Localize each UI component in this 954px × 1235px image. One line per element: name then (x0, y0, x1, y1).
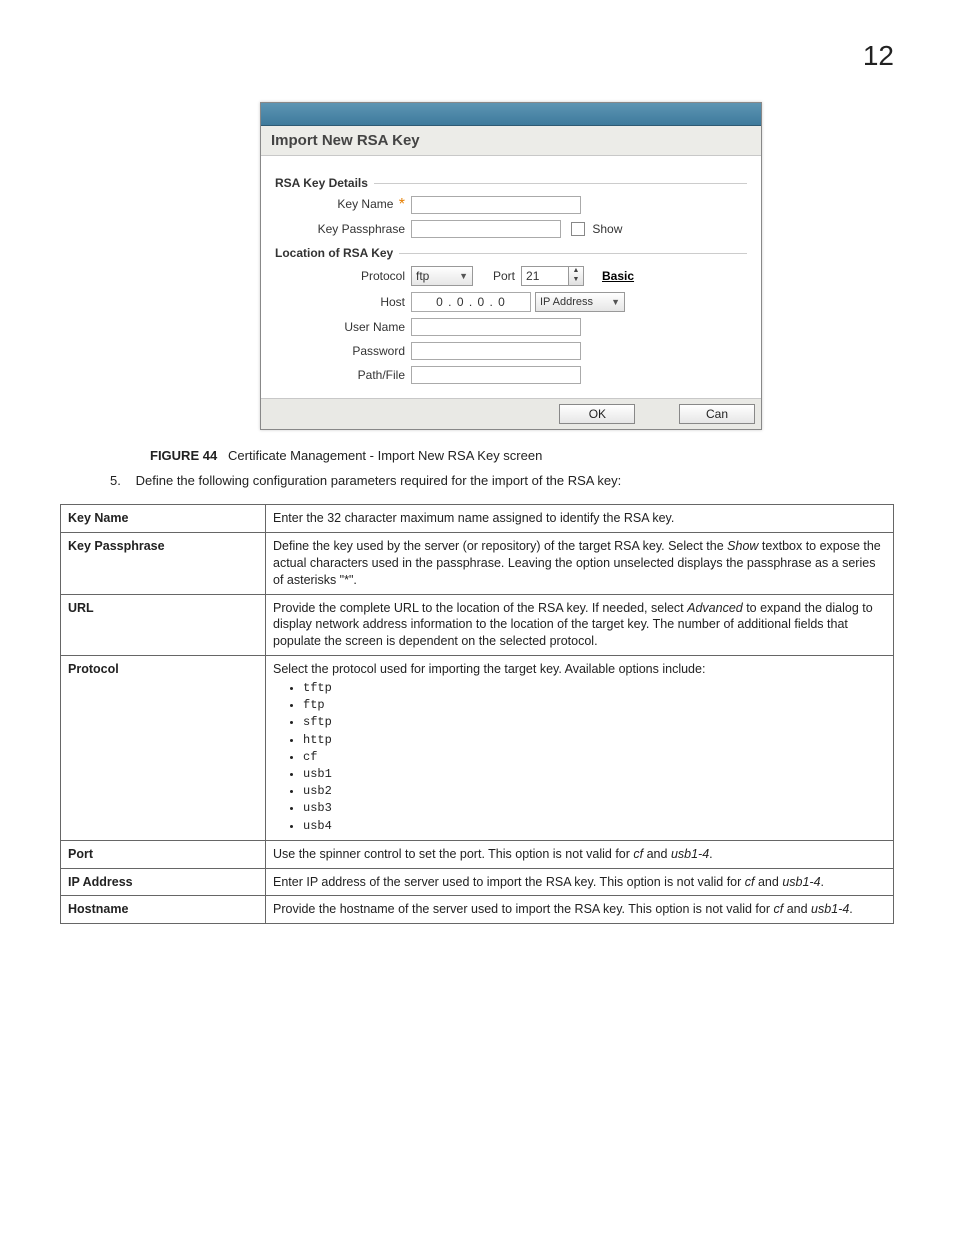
param-desc-cell: Enter the 32 character maximum name assi… (266, 505, 894, 533)
section-location-rsa-key: Location of RSA Key (275, 246, 747, 260)
dialog-body: RSA Key Details Key Name * Key Passphras… (261, 156, 761, 398)
param-desc-cell: Enter IP address of the server used to i… (266, 868, 894, 896)
param-desc-cell: Define the key used by the server (or re… (266, 532, 894, 594)
step-5: 5. Define the following configuration pa… (110, 473, 894, 488)
param-name-cell: IP Address (61, 868, 266, 896)
show-checkbox[interactable] (571, 222, 585, 236)
table-row: IP AddressEnter IP address of the server… (61, 868, 894, 896)
dialog-titlebar (261, 103, 761, 126)
param-desc-cell: Provide the hostname of the server used … (266, 896, 894, 924)
param-desc-cell: Select the protocol used for importing t… (266, 656, 894, 841)
table-row: ProtocolSelect the protocol used for imp… (61, 656, 894, 841)
pathfile-label: Path/File (275, 368, 411, 382)
page-number: 12 (60, 40, 894, 72)
host-type-select[interactable]: IP Address ▼ (535, 292, 625, 312)
list-item: ftp (303, 697, 886, 713)
figure-title: Certificate Management - Import New RSA … (228, 448, 542, 463)
host-ip-input[interactable]: 0 . 0 . 0 . 0 (411, 292, 531, 312)
password-input[interactable] (411, 342, 581, 360)
spinner-down-icon[interactable]: ▼ (569, 276, 583, 285)
key-name-label: Key Name * (275, 196, 411, 214)
username-input[interactable] (411, 318, 581, 336)
pathfile-input[interactable] (411, 366, 581, 384)
table-row: HostnameProvide the hostname of the serv… (61, 896, 894, 924)
spinner-up-icon[interactable]: ▲ (569, 267, 583, 276)
param-desc-cell: Use the spinner control to set the port.… (266, 840, 894, 868)
chevron-down-icon: ▼ (459, 271, 468, 281)
port-spinner[interactable]: 21 ▲ ▼ (521, 266, 584, 286)
parameter-table: Key NameEnter the 32 character maximum n… (60, 504, 894, 924)
param-desc-cell: Provide the complete URL to the location… (266, 594, 894, 656)
param-name-cell: Protocol (61, 656, 266, 841)
host-type-value: IP Address (540, 296, 593, 308)
table-row: URLProvide the complete URL to the locat… (61, 594, 894, 656)
chevron-down-icon: ▼ (611, 297, 620, 307)
show-label: Show (592, 222, 622, 236)
port-value[interactable]: 21 (522, 267, 568, 285)
section-rsa-key-details: RSA Key Details (275, 176, 747, 190)
list-item: usb1 (303, 766, 886, 782)
protocol-label: Protocol (275, 269, 411, 283)
table-row: PortUse the spinner control to set the p… (61, 840, 894, 868)
table-row: Key NameEnter the 32 character maximum n… (61, 505, 894, 533)
dialog-title: Import New RSA Key (261, 126, 761, 156)
list-item: sftp (303, 714, 886, 730)
basic-link[interactable]: Basic (602, 269, 634, 283)
section2-title-text: Location of RSA Key (275, 246, 393, 260)
import-rsa-dialog: Import New RSA Key RSA Key Details Key N… (260, 102, 762, 430)
protocol-value: ftp (416, 269, 429, 283)
param-name-cell: Key Passphrase (61, 532, 266, 594)
param-name-cell: URL (61, 594, 266, 656)
dialog-footer: OK Can (261, 398, 761, 429)
ok-button[interactable]: OK (559, 404, 635, 424)
host-label: Host (275, 295, 411, 309)
list-item: http (303, 732, 886, 748)
section1-title-text: RSA Key Details (275, 176, 368, 190)
list-item: usb2 (303, 783, 886, 799)
password-label: Password (275, 344, 411, 358)
port-label: Port (493, 269, 515, 283)
list-item: usb4 (303, 818, 886, 834)
figure-caption: FIGURE 44 Certificate Management - Impor… (150, 448, 894, 463)
key-passphrase-input[interactable] (411, 220, 561, 238)
cancel-button[interactable]: Can (679, 404, 755, 424)
figure-label: FIGURE 44 (150, 448, 217, 463)
protocol-options-list: tftpftpsftp httpcfusb1usb2usb3 usb4 (273, 680, 886, 834)
table-row: Key PassphraseDefine the key used by the… (61, 532, 894, 594)
param-name-cell: Key Name (61, 505, 266, 533)
list-item: usb3 (303, 800, 886, 816)
list-item: tftp (303, 680, 886, 696)
step-number: 5. (110, 473, 132, 488)
list-item: cf (303, 749, 886, 765)
param-name-cell: Port (61, 840, 266, 868)
param-name-cell: Hostname (61, 896, 266, 924)
username-label: User Name (275, 320, 411, 334)
key-name-input[interactable] (411, 196, 581, 214)
key-name-label-text: Key Name (337, 197, 393, 211)
show-checkbox-wrap[interactable]: Show (571, 222, 622, 237)
step-text: Define the following configuration param… (136, 473, 622, 488)
protocol-select[interactable]: ftp ▼ (411, 266, 473, 286)
required-star-icon: * (399, 196, 405, 213)
key-passphrase-label: Key Passphrase (275, 222, 411, 236)
